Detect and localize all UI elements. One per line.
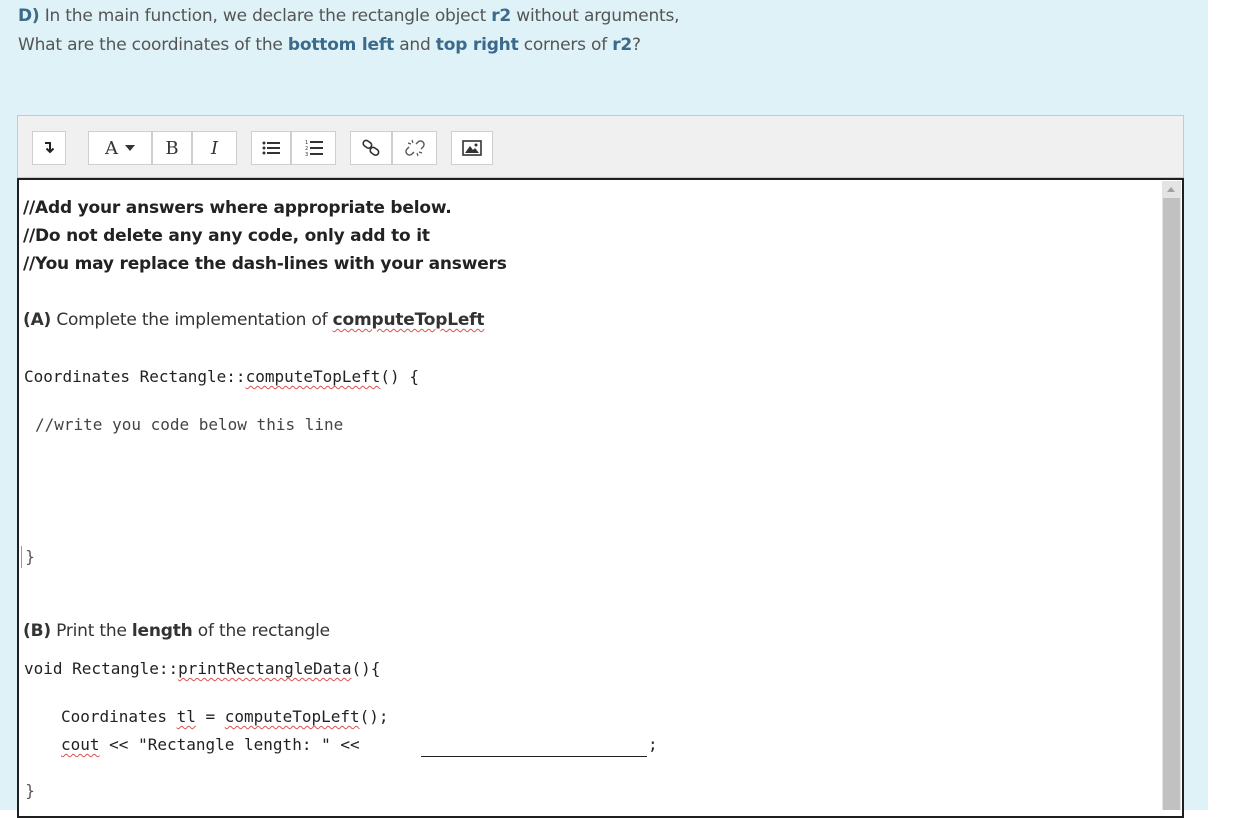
question-line-2: What are the coordinates of the bottom l… bbox=[18, 35, 641, 55]
italic-button[interactable]: I bbox=[192, 131, 237, 165]
link-icon bbox=[362, 139, 380, 156]
page-gutter bbox=[1208, 0, 1233, 810]
italic-label: I bbox=[210, 137, 219, 159]
part-a-heading: (A) Complete the implementation of compu… bbox=[23, 310, 485, 330]
question-number: D) bbox=[18, 6, 40, 26]
code-text: (){ bbox=[351, 659, 381, 678]
scroll-up-icon[interactable] bbox=[1167, 187, 1175, 192]
part-b-text: of the rectangle bbox=[192, 621, 330, 641]
code-text: Coordinates Rectangle:: bbox=[24, 367, 246, 386]
object-name: r2 bbox=[491, 6, 512, 26]
statement-terminator: ; bbox=[648, 735, 658, 754]
code-line-coordinates: Coordinates tl = computeTopLeft(); bbox=[61, 707, 389, 726]
code-comment: //write you code below this line bbox=[35, 415, 344, 434]
question-text: What are the coordinates of the bbox=[18, 35, 288, 55]
cout-keyword: cout bbox=[61, 735, 100, 754]
object-name: r2 bbox=[612, 35, 633, 55]
question-text: In the main function, we declare the rec… bbox=[39, 6, 492, 26]
instruction-comment: //Add your answers where appropriate bel… bbox=[23, 198, 452, 218]
insert-link-button[interactable] bbox=[350, 131, 392, 165]
function-name: printRectangleData bbox=[178, 659, 352, 678]
code-text: () { bbox=[380, 367, 419, 386]
emphasis-bottom-left: bottom left bbox=[287, 35, 394, 55]
expand-toolbar-button[interactable] bbox=[32, 131, 66, 165]
indent-guide bbox=[21, 546, 22, 568]
code-text: (); bbox=[359, 707, 389, 726]
chevron-down-icon bbox=[125, 145, 135, 151]
image-icon bbox=[462, 140, 482, 156]
code-signature-a: Coordinates Rectangle::computeTopLeft() … bbox=[24, 367, 419, 386]
code-text: Coordinates bbox=[61, 707, 177, 726]
bullet-list-button[interactable] bbox=[251, 131, 291, 165]
function-name: computeTopLeft bbox=[332, 310, 485, 330]
part-a-label: (A) bbox=[23, 310, 52, 330]
question-text: without arguments, bbox=[511, 6, 680, 26]
question-text: ? bbox=[632, 35, 641, 55]
function-name: computeTopLeft bbox=[224, 707, 360, 726]
part-a-text: Complete the implementation of bbox=[51, 310, 333, 330]
part-b-heading: (B) Print the length of the rectangle bbox=[23, 621, 330, 641]
instruction-comment: //You may replace the dash-lines with yo… bbox=[23, 254, 507, 274]
closing-brace: } bbox=[25, 547, 36, 566]
unlink-button[interactable] bbox=[392, 131, 437, 165]
arrow-down-icon bbox=[45, 142, 55, 154]
bold-label: B bbox=[165, 137, 179, 159]
part-b-text: Print the bbox=[50, 621, 132, 641]
numbered-list-icon: 1 2 3 bbox=[305, 140, 323, 157]
scrollbar-thumb[interactable] bbox=[1163, 198, 1180, 810]
bold-button[interactable]: B bbox=[152, 131, 192, 165]
emphasis-top-right: top right bbox=[435, 35, 519, 55]
unlink-icon bbox=[404, 139, 425, 157]
answer-blank[interactable] bbox=[421, 756, 647, 757]
bullet-list-icon bbox=[262, 141, 280, 155]
numbered-list-button[interactable]: 1 2 3 bbox=[291, 131, 336, 165]
code-text: = bbox=[195, 707, 225, 726]
question-text: and bbox=[394, 35, 436, 55]
question-line-1: D) In the main function, we declare the … bbox=[18, 6, 680, 26]
part-b-emphasis: length bbox=[131, 621, 193, 641]
part-b-label: (B) bbox=[23, 621, 51, 641]
question-text: corners of bbox=[518, 35, 613, 55]
editor-toolbar: A B I 1 2 3 bbox=[17, 115, 1184, 178]
instruction-comment: //Do not delete any any code, only add t… bbox=[23, 226, 430, 246]
svg-text:3: 3 bbox=[305, 152, 308, 157]
font-size-dropdown[interactable]: A bbox=[88, 131, 152, 165]
code-text: << "Rectangle length: " << bbox=[99, 735, 360, 754]
code-text: void Rectangle:: bbox=[24, 659, 179, 678]
insert-image-button[interactable] bbox=[451, 131, 493, 165]
font-label: A bbox=[105, 137, 118, 159]
code-signature-b: void Rectangle::printRectangleData(){ bbox=[24, 659, 380, 678]
code-line-cout: cout << "Rectangle length: " << bbox=[61, 735, 360, 754]
closing-brace: } bbox=[25, 781, 36, 800]
function-name: computeTopLeft bbox=[245, 367, 381, 386]
variable-name: tl bbox=[176, 707, 196, 726]
